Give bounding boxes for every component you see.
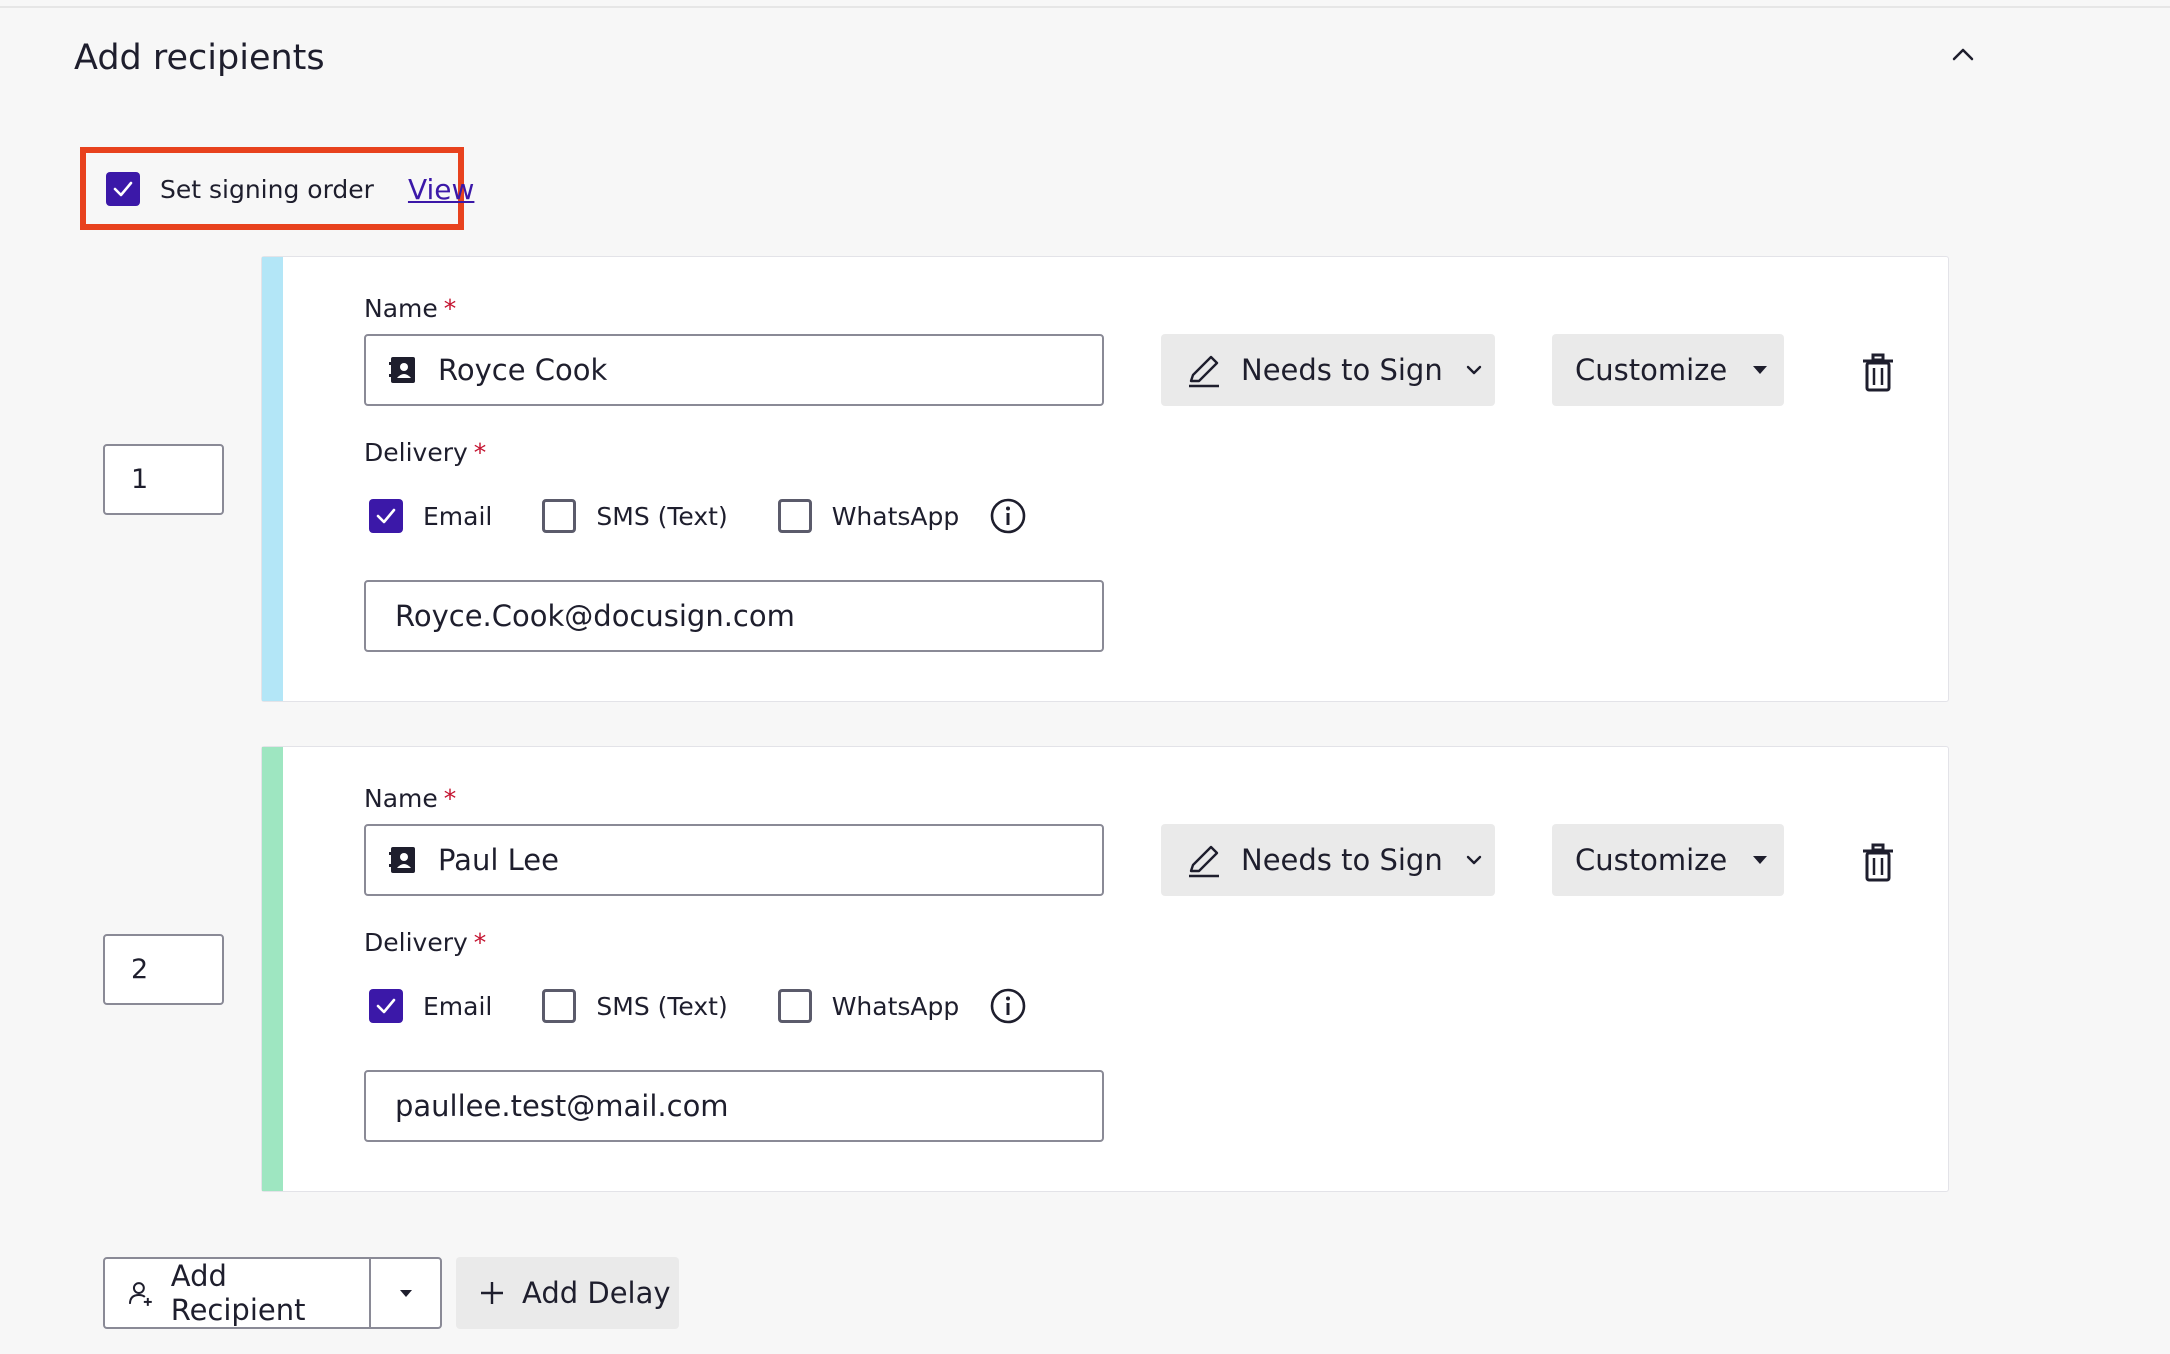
pen-icon xyxy=(1189,845,1219,878)
delivery-options: Email SMS (Text) WhatsApp xyxy=(369,497,1027,535)
pen-icon xyxy=(1189,355,1219,388)
recipient-color-bar xyxy=(262,747,283,1191)
section-title: Add recipients xyxy=(74,38,325,78)
email-checkbox[interactable] xyxy=(369,499,403,533)
name-value: Paul Lee xyxy=(438,843,559,877)
customize-button[interactable]: Customize xyxy=(1552,824,1784,896)
page: Add recipients Set signing order View 1 … xyxy=(0,0,2170,1354)
signing-order-label: Set signing order xyxy=(160,174,374,204)
info-icon[interactable] xyxy=(989,497,1027,535)
caret-down-icon xyxy=(1753,366,1768,374)
add-delay-button[interactable]: Add Delay xyxy=(456,1257,679,1329)
whatsapp-checkbox[interactable] xyxy=(777,499,812,533)
signing-order-checkbox[interactable] xyxy=(106,172,140,206)
delivery-option-whatsapp[interactable]: WhatsApp xyxy=(777,499,960,533)
delivery-label: Delivery * xyxy=(364,928,487,957)
plus-icon xyxy=(481,1282,503,1304)
delivery-option-sms[interactable]: SMS (Text) xyxy=(542,499,728,533)
top-divider xyxy=(0,6,2170,8)
add-recipient-split-button: Add Recipient xyxy=(103,1257,442,1329)
add-recipient-button[interactable]: Add Recipient xyxy=(105,1259,371,1327)
sms-checkbox[interactable] xyxy=(542,499,577,533)
contact-book-icon[interactable] xyxy=(388,845,418,875)
email-value: paullee.test@mail.com xyxy=(395,1089,729,1123)
name-input[interactable]: Royce Cook xyxy=(364,334,1104,406)
checkmark-icon xyxy=(376,998,396,1014)
email-option-label: Email xyxy=(423,501,493,531)
routing-order-input[interactable]: 1 xyxy=(103,444,224,515)
trash-icon[interactable] xyxy=(1861,843,1895,883)
whatsapp-option-label: WhatsApp xyxy=(831,501,960,531)
delivery-option-sms[interactable]: SMS (Text) xyxy=(542,989,728,1023)
role-label: Needs to Sign xyxy=(1241,353,1443,387)
collapse-chevron-up-icon[interactable] xyxy=(1946,38,1980,72)
name-input[interactable]: Paul Lee xyxy=(364,824,1104,896)
name-value: Royce Cook xyxy=(438,353,608,387)
role-dropdown[interactable]: Needs to Sign xyxy=(1161,824,1495,896)
checkmark-icon xyxy=(376,508,396,524)
sms-checkbox[interactable] xyxy=(542,989,577,1023)
sms-option-label: SMS (Text) xyxy=(596,991,728,1021)
email-option-label: Email xyxy=(423,991,493,1021)
chevron-down-icon xyxy=(1466,365,1481,375)
delivery-options: Email SMS (Text) WhatsApp xyxy=(369,987,1027,1025)
delivery-label: Delivery * xyxy=(364,438,487,467)
delivery-option-email[interactable]: Email xyxy=(369,499,492,533)
add-user-icon xyxy=(128,1282,152,1306)
email-value: Royce.Cook@docusign.com xyxy=(395,599,795,633)
delivery-option-whatsapp[interactable]: WhatsApp xyxy=(777,989,960,1023)
contact-book-icon[interactable] xyxy=(388,355,418,385)
email-input[interactable]: paullee.test@mail.com xyxy=(364,1070,1104,1142)
add-delay-label: Add Delay xyxy=(522,1276,671,1310)
caret-down-icon xyxy=(1753,856,1768,864)
delivery-option-email[interactable]: Email xyxy=(369,989,492,1023)
info-icon[interactable] xyxy=(989,987,1027,1025)
add-recipient-label: Add Recipient xyxy=(170,1259,306,1327)
name-label: Name * xyxy=(364,784,457,813)
whatsapp-option-label: WhatsApp xyxy=(831,991,960,1021)
customize-button[interactable]: Customize xyxy=(1552,334,1784,406)
customize-label: Customize xyxy=(1575,353,1728,387)
sms-option-label: SMS (Text) xyxy=(596,501,728,531)
email-input[interactable]: Royce.Cook@docusign.com xyxy=(364,580,1104,652)
add-recipient-dropdown[interactable] xyxy=(371,1259,440,1327)
role-label: Needs to Sign xyxy=(1241,843,1443,877)
name-label: Name * xyxy=(364,294,457,323)
trash-icon[interactable] xyxy=(1861,353,1895,393)
chevron-down-icon xyxy=(1466,855,1481,865)
routing-order-input[interactable]: 2 xyxy=(103,934,224,1005)
view-link[interactable]: View xyxy=(408,173,474,206)
whatsapp-checkbox[interactable] xyxy=(777,989,812,1023)
recipient-color-bar xyxy=(262,257,283,701)
signing-order-row: Set signing order View xyxy=(106,172,474,206)
checkmark-icon xyxy=(113,181,133,197)
caret-down-icon xyxy=(399,1290,412,1297)
customize-label: Customize xyxy=(1575,843,1728,877)
role-dropdown[interactable]: Needs to Sign xyxy=(1161,334,1495,406)
email-checkbox[interactable] xyxy=(369,989,403,1023)
